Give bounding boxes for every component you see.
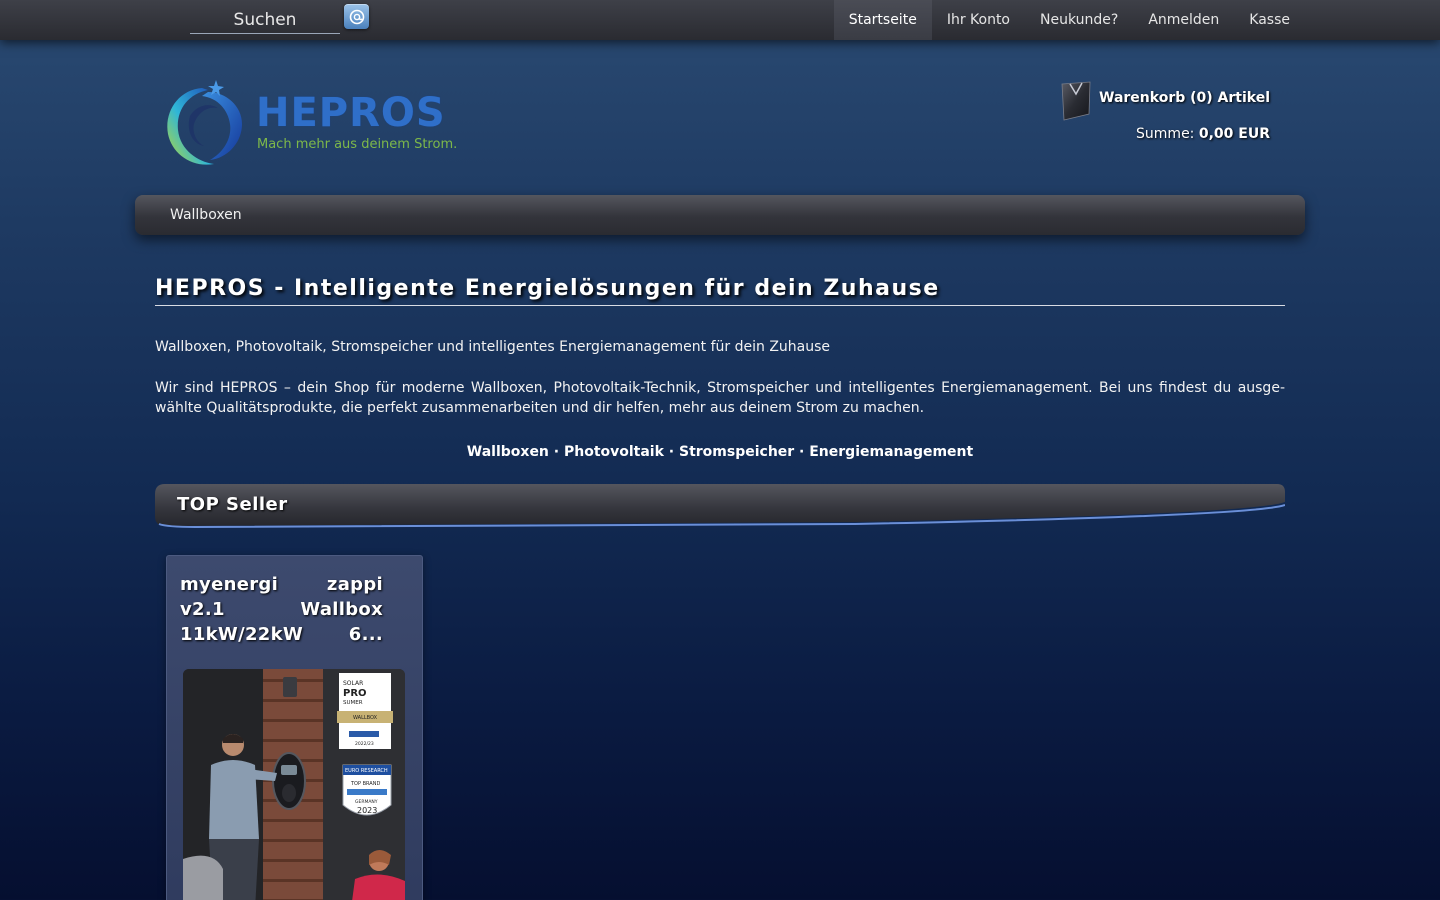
search-icon xyxy=(349,9,364,24)
search-input[interactable] xyxy=(190,6,340,33)
site-logo[interactable]: HEPROS Mach mehr aus deinem Strom. xyxy=(160,76,460,170)
page-title: HEPROS - Intelligente Energielösungen fü… xyxy=(155,276,1285,306)
product-name[interactable]: myenergi zappi v2.1 Wallbox 11kW/22kW 6.… xyxy=(180,572,383,647)
section-title: TOP Seller xyxy=(177,494,288,515)
product-card[interactable]: myenergi zappi v2.1 Wallbox 11kW/22kW 6.… xyxy=(166,555,423,900)
product-photo: SOLAR PRO SUMER WALLBOX 2022/23 EURO RES… xyxy=(183,669,405,900)
nav-ihr-konto[interactable]: Ihr Konto xyxy=(932,0,1025,40)
page-subline: Wallboxen, Photovoltaik, Stromspeicher u… xyxy=(155,339,831,355)
logo-swirl-icon xyxy=(167,80,242,165)
top-bar: Startseite Ihr Konto Neukunde? Anmelden … xyxy=(0,0,1440,40)
cart-summary-link[interactable]: Warenkorb (0) Artikel xyxy=(1099,90,1270,106)
product-image[interactable]: SOLAR PRO SUMER WALLBOX 2022/23 EURO RES… xyxy=(183,669,405,900)
category-keywords: Wallboxen · Photovoltaik · Stromspeicher… xyxy=(466,444,974,460)
award1-line4: WALLBOX xyxy=(353,715,378,721)
nav-neukunde[interactable]: Neukunde? xyxy=(1025,0,1133,40)
award1-line3: SUMER xyxy=(343,700,363,706)
category-wallboxen[interactable]: Wallboxen xyxy=(170,195,242,235)
nav-kasse[interactable]: Kasse xyxy=(1234,0,1305,40)
top-navigation: Startseite Ihr Konto Neukunde? Anmelden … xyxy=(833,0,1305,40)
intro-text: Wir sind HEPROS – dein Shop für moderne … xyxy=(155,380,1285,416)
award2-line4: 2023 xyxy=(357,806,377,815)
award2-line1: EURO RESEARCH xyxy=(345,768,388,774)
cart-sum-value: 0,00 EUR xyxy=(1198,126,1270,142)
shopping-bag-icon[interactable] xyxy=(1060,80,1092,122)
nav-anmelden[interactable]: Anmelden xyxy=(1133,0,1234,40)
cart-sum: Summe: 0,00 EUR xyxy=(1136,126,1270,142)
award2-line2: TOP BRAND xyxy=(350,781,380,787)
cart-sum-label: Summe: xyxy=(1136,126,1195,142)
award1-line2: PRO xyxy=(343,688,367,699)
section-header-shape xyxy=(155,484,1285,528)
top-seller-header: TOP Seller xyxy=(155,484,1285,528)
award1-line1: SOLAR xyxy=(343,680,363,687)
category-bar: Wallboxen xyxy=(135,195,1305,235)
logo-wordmark: HEPROS xyxy=(256,90,446,136)
search-button[interactable] xyxy=(344,4,369,29)
nav-startseite[interactable]: Startseite xyxy=(833,0,932,40)
award1-line5: 2022/23 xyxy=(355,741,374,747)
award2-line3: GERMANY xyxy=(355,799,378,805)
search-field-wrapper xyxy=(190,6,340,34)
logo-tagline: Mach mehr aus deinem Strom. xyxy=(257,137,458,152)
